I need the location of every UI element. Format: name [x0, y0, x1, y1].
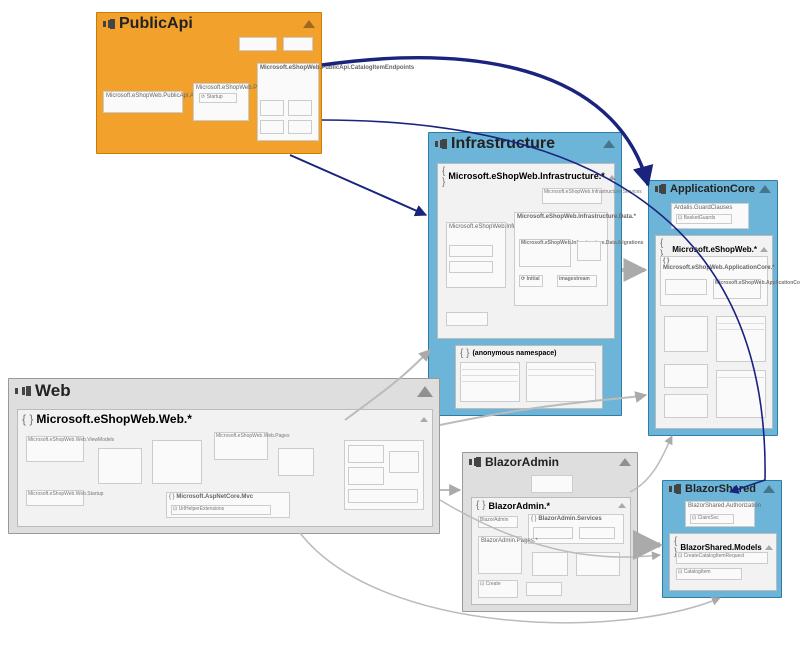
- tiny-box: Microsoft.eShopWeb.Web.ViewModels: [26, 436, 84, 462]
- assembly-icon: [435, 139, 447, 149]
- tiny-box: [283, 37, 313, 51]
- box-guard[interactable]: Ardalis.GuardClauses ⊡ BasketGuards: [671, 203, 749, 229]
- tiny-box: Microsoft.eShopWeb.Web.Pages: [214, 432, 268, 460]
- panel-web-ns[interactable]: { } Microsoft.eShopWeb.Web.* Microsoft.e…: [17, 409, 433, 527]
- panel-models[interactable]: { }BlazorShared.Models ⊡ CreateCatalogIt…: [669, 533, 777, 591]
- collapse-icon[interactable]: [619, 458, 631, 466]
- module-header: BlazorAdmin: [463, 453, 637, 471]
- module-header: ApplicationCore: [649, 181, 777, 197]
- module-header: PublicApi: [97, 13, 321, 35]
- module-publicapi[interactable]: PublicApi Microsoft.eShopWeb.PublicApi.A…: [96, 12, 322, 154]
- tiny-top: [531, 475, 573, 493]
- box-auth-endpoints[interactable]: Microsoft.eShopWeb.PublicApi.AuthEndpoin…: [103, 91, 183, 113]
- box-publicapi-root[interactable]: Microsoft.eShopWeb.PublicApi ⟳ Startup: [193, 83, 249, 121]
- module-infrastructure[interactable]: Infrastructure { } Microsoft.eShopWeb.In…: [428, 132, 622, 416]
- box-pages[interactable]: BlazorAdmin.Pages.*: [478, 536, 522, 574]
- box-web-right[interactable]: [344, 440, 424, 510]
- box-mvc[interactable]: { } Microsoft.AspNetCore.Mvc ⊡ UrlHelper…: [166, 492, 290, 518]
- module-header: Web: [9, 379, 439, 403]
- box-auth[interactable]: BlazorShared.Authorization ⊡ ClaimSvc: [685, 501, 755, 527]
- assembly-icon: [15, 384, 31, 398]
- tiny-box: [239, 37, 277, 51]
- collapse-icon[interactable]: [303, 20, 315, 28]
- assembly-icon: [103, 19, 115, 29]
- panel-infra-ns[interactable]: { } Microsoft.eShopWeb.Infrastructure.* …: [437, 163, 615, 339]
- collapse-icon[interactable]: [608, 175, 616, 180]
- box-migrations: Microsoft.eShopWeb.Infrastructure.Data.M…: [519, 239, 571, 267]
- box-catalog-endpoints[interactable]: Microsoft.eShopWeb.PublicApi.CatalogItem…: [257, 63, 319, 141]
- assembly-icon: [669, 484, 681, 494]
- tiny-box: [98, 448, 142, 484]
- assembly-icon: [469, 457, 481, 467]
- box-data-ns[interactable]: Microsoft.eShopWeb.Infrastructure.Data.*…: [514, 212, 608, 306]
- collapse-icon[interactable]: [759, 185, 771, 193]
- tiny-box: Microsoft.eShopWeb.Web.Startup: [26, 490, 84, 506]
- collapse-icon[interactable]: [603, 140, 615, 148]
- assembly-icon: [655, 184, 666, 194]
- tiny-services: Microsoft.eShopWeb.Infrastructure.Servic…: [542, 188, 602, 204]
- module-title: BlazorAdmin: [485, 455, 559, 469]
- tiny-box: [152, 440, 202, 484]
- box-core-ns[interactable]: { } Microsoft.eShopWeb.ApplicationCore.*…: [660, 256, 768, 306]
- tiny-box: [278, 448, 314, 476]
- collapse-icon[interactable]: [763, 485, 775, 493]
- collapse-icon[interactable]: [417, 386, 433, 397]
- tiny-ext: [446, 312, 488, 326]
- module-blazorshared[interactable]: BlazorShared BlazorShared.Authorization …: [662, 480, 782, 598]
- module-title: BlazorShared: [685, 483, 756, 495]
- module-header: BlazorShared: [663, 481, 781, 497]
- module-title: Web: [35, 381, 71, 401]
- collapse-icon[interactable]: [420, 417, 428, 422]
- module-blazoradmin[interactable]: BlazorAdmin { }BlazorAdmin.* BlazorAdmin…: [462, 452, 638, 612]
- box-services[interactable]: { } BlazorAdmin.Services: [528, 514, 624, 544]
- panel-anon-ns[interactable]: { }(anonymous namespace): [455, 345, 603, 409]
- module-title: Infrastructure: [451, 135, 555, 153]
- module-web[interactable]: Web { } Microsoft.eShopWeb.Web.* Microso…: [8, 378, 440, 534]
- module-title: PublicApi: [119, 15, 193, 33]
- module-applicationcore[interactable]: ApplicationCore Ardalis.GuardClauses ⊡ B…: [648, 180, 778, 436]
- panel-eshop-ns[interactable]: { }Microsoft.eShopWeb.* { } Microsoft.eS…: [655, 235, 773, 429]
- module-header: Infrastructure: [429, 133, 621, 155]
- box-identity[interactable]: Microsoft.eShopWeb.Infrastructure.Identi…: [446, 222, 506, 288]
- panel-blazoradmin-ns[interactable]: { }BlazorAdmin.* BlazorAdmin { } BlazorA…: [471, 497, 631, 605]
- module-title: ApplicationCore: [670, 183, 755, 195]
- tiny-auth: BlazorAdmin: [478, 516, 518, 528]
